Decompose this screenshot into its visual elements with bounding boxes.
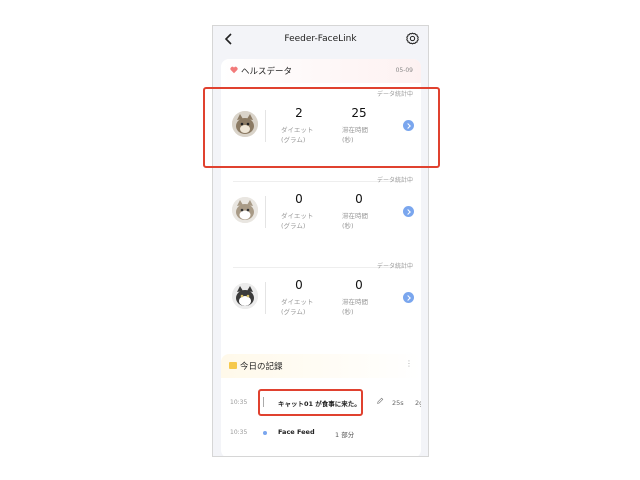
diet-caption: ダイエット (グラム) bbox=[281, 297, 313, 317]
diet-label: ダイエット bbox=[281, 212, 314, 220]
stay-label: 滞在時間 bbox=[342, 298, 368, 306]
diet-value: 0 bbox=[295, 192, 303, 206]
records-title: 今日の記録 bbox=[240, 362, 283, 372]
separator bbox=[265, 282, 266, 314]
cat-avatar-image bbox=[232, 283, 258, 309]
health-data-header: ヘルスデータ 05-09 bbox=[221, 59, 421, 83]
record-item[interactable]: 10:35 Face Feed 1 部分 bbox=[221, 426, 421, 440]
chevron-right-icon[interactable] bbox=[403, 292, 414, 303]
pencil-icon[interactable] bbox=[376, 397, 384, 405]
stats-status: データ統計中 bbox=[376, 177, 413, 184]
pet-row[interactable]: データ統計中 0 0 ダイエット (グラム) 滞在時間 (秒) bbox=[221, 175, 421, 259]
records-header: 今日の記録 ⋮ bbox=[221, 354, 421, 378]
health-data-date: 05-09 bbox=[395, 67, 413, 74]
stay-caption: 滞在時間 (秒) bbox=[342, 297, 368, 317]
diet-unit: (グラム) bbox=[281, 308, 306, 316]
record-weight: 2g bbox=[415, 399, 421, 407]
record-message-highlight bbox=[258, 389, 363, 416]
stay-caption: 滞在時間 (秒) bbox=[342, 211, 368, 231]
page-title: Feeder-FaceLink bbox=[284, 34, 357, 44]
pet-row[interactable]: データ統計中 0 0 ダイエット (グラム) 滞在時間 (秒) bbox=[221, 261, 421, 345]
heart-icon bbox=[230, 66, 238, 74]
cat-avatar-image bbox=[232, 197, 258, 223]
stay-label: 滞在時間 bbox=[342, 212, 368, 220]
stay-unit: (秒) bbox=[342, 308, 354, 316]
calendar-icon bbox=[229, 362, 237, 369]
settings-gear-icon[interactable] bbox=[405, 31, 420, 46]
diet-unit: (グラム) bbox=[281, 222, 306, 230]
diet-label: ダイエット bbox=[281, 298, 314, 306]
record-duration: 25s bbox=[392, 399, 404, 407]
chevron-right-icon[interactable] bbox=[403, 206, 414, 217]
top-nav: Feeder-FaceLink bbox=[213, 26, 428, 54]
diet-caption: ダイエット (グラム) bbox=[281, 211, 313, 231]
stats-status: データ統計中 bbox=[376, 263, 413, 270]
diet-value: 0 bbox=[295, 278, 303, 292]
stay-value: 0 bbox=[355, 192, 363, 206]
record-message: Face Feed bbox=[278, 428, 315, 436]
timeline-dot bbox=[263, 431, 267, 435]
separator bbox=[265, 196, 266, 228]
pet-row-highlight bbox=[203, 87, 440, 168]
record-time: 10:35 bbox=[230, 399, 248, 406]
more-options-icon[interactable]: ⋮ bbox=[405, 359, 413, 368]
health-data-title: ヘルスデータ bbox=[241, 67, 293, 77]
record-time: 10:35 bbox=[230, 429, 248, 436]
stay-unit: (秒) bbox=[342, 222, 354, 230]
stay-value: 0 bbox=[355, 278, 363, 292]
record-amount: 1 部分 bbox=[335, 431, 355, 439]
